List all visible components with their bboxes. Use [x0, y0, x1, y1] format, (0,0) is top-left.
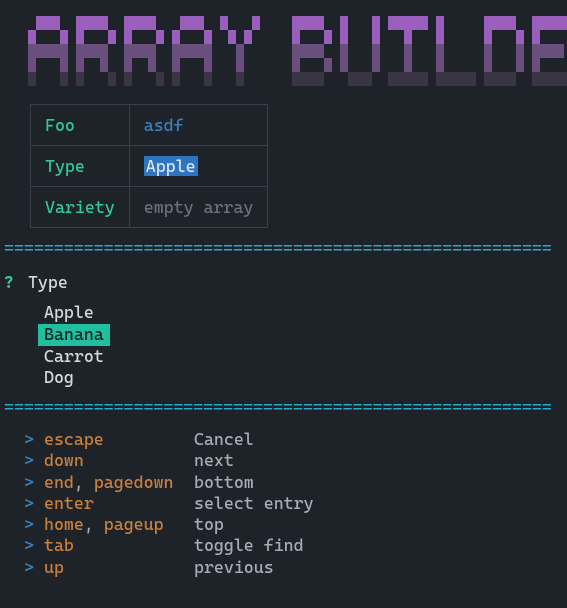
divider-bottom: ========================================…: [0, 397, 567, 417]
app-title: [0, 0, 567, 98]
option-item[interactable]: Dog: [44, 367, 567, 389]
table-key: Variety: [31, 187, 130, 228]
divider-top: ========================================…: [0, 238, 567, 258]
chevron-right-icon: >: [24, 535, 44, 556]
legend-desc: top: [194, 514, 224, 535]
options-list[interactable]: AppleBananaCarrotDog: [0, 302, 567, 395]
table-value: Apple: [129, 146, 268, 187]
legend-keys: home, pageup: [44, 514, 194, 535]
table-value: asdf: [129, 105, 268, 146]
table-value: empty array: [129, 187, 268, 228]
table-row: Fooasdf: [31, 105, 268, 146]
legend-row: >tabtoggle find: [24, 535, 567, 556]
title-pixel-art: [28, 16, 567, 86]
chevron-right-icon: >: [24, 429, 44, 450]
legend-row: >end, pagedownbottom: [24, 472, 567, 493]
legend-desc: next: [194, 450, 234, 471]
legend-keys: end, pagedown: [44, 472, 194, 493]
chevron-right-icon: >: [24, 472, 44, 493]
properties-table: FooasdfTypeAppleVarietyempty array: [30, 104, 268, 228]
legend-keys: tab: [44, 535, 194, 556]
legend-desc: toggle find: [194, 535, 304, 556]
legend-desc: bottom: [194, 472, 254, 493]
table-key: Type: [31, 146, 130, 187]
option-item[interactable]: Carrot: [44, 346, 567, 368]
legend-row: >home, pageuptop: [24, 514, 567, 535]
table-row: TypeApple: [31, 146, 268, 187]
prompt-label: Type: [28, 272, 68, 292]
key-legend: >escapeCancel>downnext>end, pagedownbott…: [0, 419, 567, 578]
table-key: Foo: [31, 105, 130, 146]
legend-keys: escape: [44, 429, 194, 450]
legend-desc: select entry: [194, 493, 314, 514]
legend-row: >upprevious: [24, 557, 567, 578]
legend-row: >downnext: [24, 450, 567, 471]
option-item[interactable]: Banana: [38, 324, 110, 346]
legend-desc: Cancel: [194, 429, 254, 450]
chevron-right-icon: >: [24, 557, 44, 578]
legend-keys: down: [44, 450, 194, 471]
chevron-right-icon: >: [24, 493, 44, 514]
legend-desc: previous: [194, 557, 274, 578]
table-row: Varietyempty array: [31, 187, 268, 228]
legend-keys: up: [44, 557, 194, 578]
prompt-marker-icon: ?: [4, 272, 14, 292]
prompt: ? Type: [0, 260, 567, 302]
legend-row: >enterselect entry: [24, 493, 567, 514]
legend-keys: enter: [44, 493, 194, 514]
legend-row: >escapeCancel: [24, 429, 567, 450]
option-item[interactable]: Apple: [44, 302, 567, 324]
chevron-right-icon: >: [24, 450, 44, 471]
chevron-right-icon: >: [24, 514, 44, 535]
